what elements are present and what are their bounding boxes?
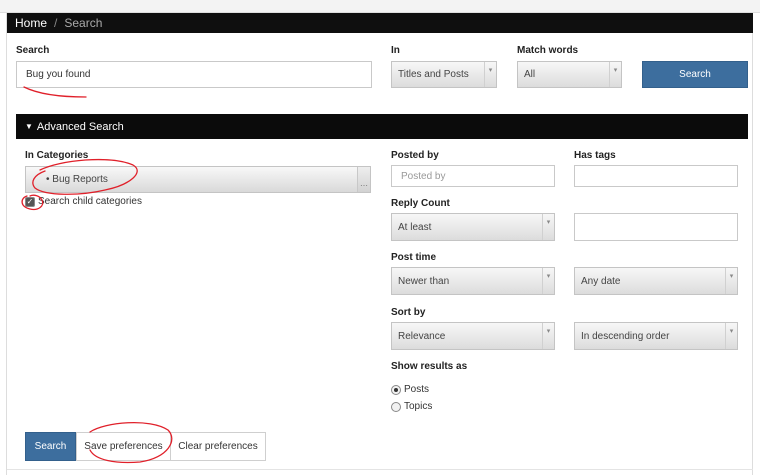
topics-radio-label: Topics [404,401,433,412]
triangle-down-icon: ▼ [25,122,33,131]
save-preferences-button[interactable]: Save preferences [76,432,171,461]
browser-top-strip [0,0,760,13]
chevron-down-icon: ▾ [542,268,554,294]
search-label: Search [16,45,50,56]
child-categories-checkbox[interactable]: ✓ [25,196,35,207]
advanced-search-title: Advanced Search [36,120,124,133]
advanced-search-button[interactable]: Search [25,432,76,461]
frame-border-left [6,13,7,475]
category-select[interactable]: • Bug Reports ⋯ [25,166,371,193]
search-button[interactable]: Search [642,61,748,88]
post-date-select[interactable]: Any date ▾ [574,267,738,295]
reply-count-number-input[interactable] [574,213,738,241]
sort-by-label: Sort by [391,307,426,318]
posts-radio-label: Posts [404,384,430,395]
reply-count-label: Reply Count [391,198,450,209]
search-input[interactable]: Bug you found [16,61,372,88]
frame-border-right [752,13,753,475]
match-words-value: All [524,69,536,80]
in-categories-label: In Categories [25,150,89,161]
in-select-value: Titles and Posts [398,69,469,80]
post-time-label: Post time [391,252,437,263]
post-date-value: Any date [581,275,621,287]
chevron-down-icon: ▾ [725,323,737,349]
match-words-select[interactable]: All ▾ [517,61,622,88]
posted-by-input[interactable]: Posted by [391,165,555,187]
reply-count-select[interactable]: At least ▾ [391,213,555,241]
chevron-down-icon: ▾ [542,214,554,240]
sort-by-select[interactable]: Relevance ▾ [391,322,555,350]
breadcrumb: Home / Search [7,13,753,33]
advanced-search-toggle[interactable]: ▼ Advanced Search [16,114,748,139]
post-time-select[interactable]: Newer than ▾ [391,267,555,295]
radio-selected-dot [394,387,398,392]
underline-annotation [23,86,87,98]
results-option-posts[interactable]: Posts [391,384,429,395]
topics-radio[interactable] [391,401,401,412]
sort-order-value: In descending order [581,330,670,342]
clear-preferences-button[interactable]: Clear preferences [170,432,266,461]
resize-handle-icon[interactable]: ⋯ [357,167,370,192]
sort-by-value: Relevance [398,330,446,342]
footer-divider [7,469,753,470]
has-tags-label: Has tags [574,150,616,161]
in-select[interactable]: Titles and Posts ▾ [391,61,497,88]
post-time-value: Newer than [398,275,450,287]
category-value: • Bug Reports [46,174,108,185]
sort-order-select[interactable]: In descending order ▾ [574,322,738,350]
breadcrumb-separator: / [54,16,58,30]
breadcrumb-current: Search [64,16,103,30]
chevron-down-icon: ▾ [484,62,496,87]
posted-by-label: Posted by [391,150,439,161]
reply-count-value: At least [398,221,432,233]
has-tags-input[interactable] [574,165,738,187]
chevron-down-icon: ▾ [725,268,737,294]
in-label: In [391,45,400,56]
match-words-label: Match words [517,45,579,56]
chevron-down-icon: ▾ [609,62,621,87]
child-categories-row: ✓ Search child categories [25,196,142,207]
posts-radio[interactable] [391,384,401,395]
chevron-down-icon: ▾ [542,323,554,349]
results-option-topics[interactable]: Topics [391,401,432,412]
show-results-label: Show results as [391,361,468,372]
child-categories-label: Search child categories [38,196,142,207]
breadcrumb-home-link[interactable]: Home [15,16,47,30]
